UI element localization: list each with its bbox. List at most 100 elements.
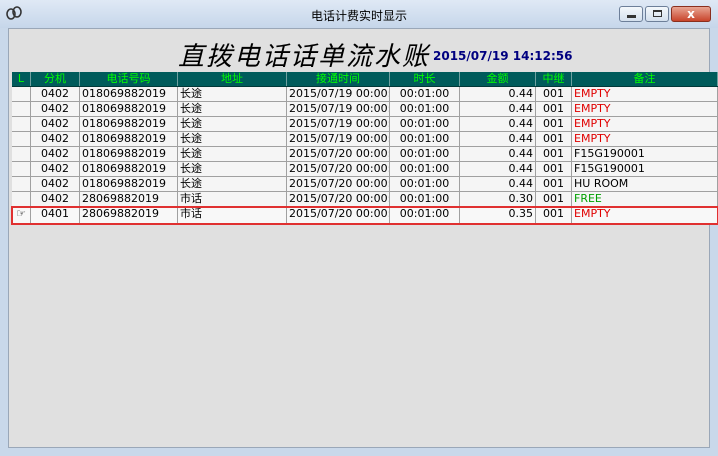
note-cell: FREE — [572, 192, 718, 206]
table-row[interactable]: 0402018069882019长途2015/07/19 00:00:0000:… — [12, 117, 718, 132]
column-header[interactable]: 中继 — [536, 72, 572, 86]
trunk-cell: 001 — [536, 207, 572, 223]
call-log-table: L 分机 电话号码 地址 接通时间 时长 金额 中继 备注 0402 018069… — [11, 72, 718, 225]
note-cell: EMPTY — [572, 102, 718, 116]
connect-time-cell: 2015/07/20 00:00:00 — [287, 192, 390, 206]
location-cell: 长途 — [178, 102, 287, 116]
column-header[interactable]: 金额 — [460, 72, 536, 86]
column-header[interactable]: 地址 — [178, 72, 287, 86]
connect-time-cell: 2015/07/19 00:00:00 — [287, 132, 390, 146]
column-header[interactable]: 电话号码 — [80, 72, 178, 86]
note-cell: EMPTY — [572, 132, 718, 146]
row-indicator-cell — [12, 117, 31, 131]
row-indicator-cell — [12, 102, 31, 116]
extension-cell: 0402 — [31, 102, 80, 116]
extension-cell: 0402 — [31, 117, 80, 131]
amount-cell: 0.44 — [460, 147, 536, 161]
timestamp: 2015/07/19 14:12:56 — [433, 49, 573, 63]
amount-cell: 0.44 — [460, 162, 536, 176]
row-indicator-cell — [12, 192, 31, 206]
row-indicator-cell — [12, 132, 31, 146]
location-cell: 市话 — [178, 192, 287, 206]
maximize-icon — [653, 10, 662, 17]
location-cell: 长途 — [178, 177, 287, 191]
table-row[interactable]: 0402018069882019长途2015/07/20 00:00:0000:… — [12, 177, 718, 192]
amount-cell: 0.30 — [460, 192, 536, 206]
trunk-cell: 001 — [536, 177, 572, 191]
extension-cell: 0402 — [31, 132, 80, 146]
amount-cell: 0.44 — [460, 132, 536, 146]
table-row[interactable]: 040228069882019市话2015/07/20 00:00:0000:0… — [12, 192, 718, 207]
extension-cell: 0401 — [31, 207, 80, 223]
table-row[interactable]: 0402018069882019长途2015/07/20 00:00:0000:… — [12, 162, 718, 177]
phone-number-cell: 018069882019 — [80, 117, 178, 131]
table-row[interactable]: 0402018069882019长途2015/07/19 00:00:0000:… — [12, 132, 718, 147]
trunk-cell: 001 — [536, 162, 572, 176]
row-indicator-cell — [12, 87, 31, 101]
table-header: L 分机 电话号码 地址 接通时间 时长 金额 中继 备注 — [12, 72, 718, 87]
extension-cell: 0402 — [31, 177, 80, 191]
location-cell: 长途 — [178, 132, 287, 146]
location-cell: 长途 — [178, 87, 287, 101]
column-header[interactable]: 备注 — [572, 72, 718, 86]
close-button[interactable]: x — [671, 6, 711, 22]
note-cell: F15G190001 — [572, 162, 718, 176]
duration-cell: 00:01:00 — [390, 207, 460, 223]
row-pointer-icon: ☞ — [12, 207, 31, 223]
duration-cell: 00:01:00 — [390, 132, 460, 146]
note-cell: EMPTY — [572, 117, 718, 131]
title-bar: 电话计费实时显示 x — [0, 0, 718, 28]
phone-number-cell: 28069882019 — [80, 207, 178, 223]
location-cell: 长途 — [178, 117, 287, 131]
amount-cell: 0.44 — [460, 102, 536, 116]
extension-cell: 0402 — [31, 162, 80, 176]
note-cell: EMPTY — [572, 207, 718, 223]
column-header[interactable]: L — [12, 72, 31, 86]
trunk-cell: 001 — [536, 192, 572, 206]
table-row-selected[interactable]: ☞040128069882019市话2015/07/20 00:00:0000:… — [11, 206, 718, 225]
note-cell: EMPTY — [572, 87, 718, 101]
minimize-icon — [627, 15, 636, 18]
table-row[interactable]: 0402018069882019长途2015/07/19 00:00:0000:… — [12, 87, 718, 102]
duration-cell: 00:01:00 — [390, 117, 460, 131]
connect-time-cell: 2015/07/19 00:00:00 — [287, 117, 390, 131]
trunk-cell: 001 — [536, 102, 572, 116]
phone-number-cell: 018069882019 — [80, 177, 178, 191]
row-indicator-cell — [12, 147, 31, 161]
amount-cell: 0.44 — [460, 117, 536, 131]
column-header[interactable]: 时长 — [390, 72, 460, 86]
trunk-cell: 001 — [536, 132, 572, 146]
location-cell: 长途 — [178, 162, 287, 176]
connect-time-cell: 2015/07/19 00:00:00 — [287, 102, 390, 116]
table-body: 0402018069882019长途2015/07/19 00:00:0000:… — [11, 87, 718, 225]
phone-number-cell: 018069882019 — [80, 162, 178, 176]
extension-cell: 0402 — [31, 147, 80, 161]
phone-number-cell: 018069882019 — [80, 132, 178, 146]
table-row[interactable]: 0402018069882019长途2015/07/19 00:00:0000:… — [12, 102, 718, 117]
table-row[interactable]: 0402018069882019长途2015/07/20 00:00:0000:… — [12, 147, 718, 162]
amount-cell: 0.35 — [460, 207, 536, 223]
duration-cell: 00:01:00 — [390, 162, 460, 176]
row-indicator-cell — [12, 177, 31, 191]
duration-cell: 00:01:00 — [390, 177, 460, 191]
note-cell: F15G190001 — [572, 147, 718, 161]
trunk-cell: 001 — [536, 117, 572, 131]
phone-number-cell: 018069882019 — [80, 147, 178, 161]
phone-number-cell: 018069882019 — [80, 102, 178, 116]
minimize-button[interactable] — [619, 6, 643, 22]
location-cell: 长途 — [178, 147, 287, 161]
amount-cell: 0.44 — [460, 87, 536, 101]
connect-time-cell: 2015/07/20 00:00:00 — [287, 177, 390, 191]
maximize-button[interactable] — [645, 6, 669, 22]
amount-cell: 0.44 — [460, 177, 536, 191]
close-icon: x — [687, 7, 695, 21]
phone-number-cell: 018069882019 — [80, 87, 178, 101]
phone-number-cell: 28069882019 — [80, 192, 178, 206]
column-header[interactable]: 分机 — [31, 72, 80, 86]
trunk-cell: 001 — [536, 147, 572, 161]
duration-cell: 00:01:00 — [390, 192, 460, 206]
duration-cell: 00:01:00 — [390, 102, 460, 116]
window-title: 电话计费实时显示 — [310, 9, 407, 23]
connect-time-cell: 2015/07/20 00:00:00 — [287, 207, 390, 223]
column-header[interactable]: 接通时间 — [287, 72, 390, 86]
